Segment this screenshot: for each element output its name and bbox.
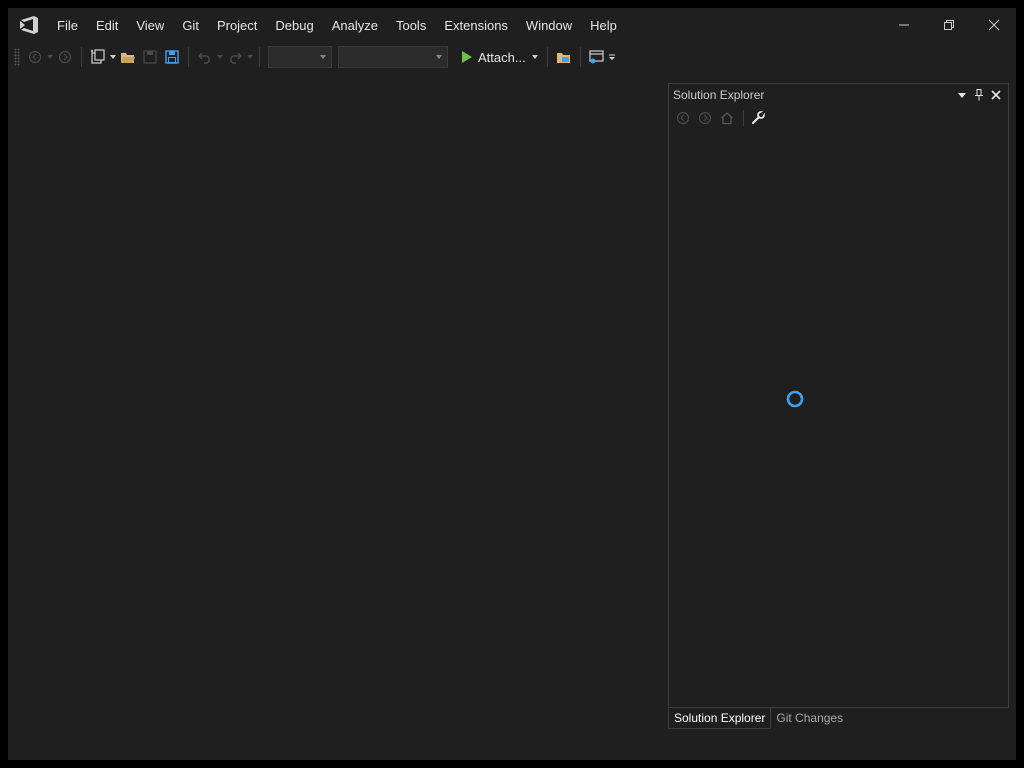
chevron-down-icon — [531, 55, 538, 59]
play-icon — [462, 51, 472, 63]
navigate-forward-button[interactable] — [55, 46, 75, 68]
toolbar-separator — [579, 47, 581, 67]
minimize-button[interactable] — [881, 8, 926, 42]
new-project-icon — [90, 49, 105, 64]
menu-window[interactable]: Window — [517, 8, 581, 42]
solution-explorer-title: Solution Explorer — [673, 88, 765, 102]
close-icon — [991, 90, 1001, 100]
undo-button[interactable] — [195, 46, 215, 68]
title-bar: File Edit View Git Project Debug Analyze… — [8, 8, 1016, 42]
solution-platform-combo[interactable] — [338, 46, 448, 68]
save-icon — [143, 50, 157, 64]
toolbar-grip[interactable] — [14, 48, 20, 66]
toolbar-separator — [743, 110, 744, 126]
menu-extensions[interactable]: Extensions — [435, 8, 517, 42]
close-button[interactable] — [971, 8, 1016, 42]
folder-icon — [556, 53, 570, 63]
panel-close-button[interactable] — [988, 86, 1004, 104]
menu-bar: File Edit View Git Project Debug Analyze… — [48, 8, 626, 42]
auto-hide-button[interactable] — [971, 86, 987, 104]
file-explorer-button[interactable] — [554, 46, 574, 68]
browser-link-button[interactable] — [587, 46, 607, 68]
solution-explorer-header: Solution Explorer — [669, 84, 1008, 106]
redo-dropdown[interactable] — [246, 46, 254, 68]
navigate-back-icon — [28, 50, 42, 64]
solution-explorer-toolbar — [669, 106, 1008, 130]
navigate-back-icon — [676, 111, 690, 125]
chevron-down-icon — [958, 92, 966, 98]
minimize-icon — [898, 24, 909, 26]
se-forward-button[interactable] — [695, 108, 715, 128]
menu-debug[interactable]: Debug — [266, 8, 322, 42]
menu-help[interactable]: Help — [581, 8, 626, 42]
solution-configuration-combo[interactable] — [268, 46, 332, 68]
menu-view[interactable]: View — [127, 8, 173, 42]
toolbar-separator — [81, 47, 82, 67]
attach-label: Attach... — [478, 49, 526, 65]
menu-file[interactable]: File — [48, 8, 87, 42]
toolbar-separator — [546, 47, 548, 67]
menu-edit[interactable]: Edit — [87, 8, 127, 42]
save-all-icon — [165, 50, 179, 64]
open-folder-icon — [121, 53, 135, 63]
se-home-button[interactable] — [717, 108, 737, 128]
tab-solution-explorer[interactable]: Solution Explorer — [668, 708, 772, 729]
visual-studio-logo-icon[interactable] — [16, 13, 42, 37]
toolbar-separator — [259, 47, 260, 67]
redo-icon — [230, 52, 242, 64]
attach-button[interactable]: Attach... — [457, 45, 542, 69]
navigate-back-dropdown[interactable] — [46, 46, 54, 68]
chevron-down-icon — [47, 55, 53, 59]
browser-window-icon — [589, 50, 604, 64]
visual-studio-window: File Edit View Git Project Debug Analyze… — [8, 8, 1016, 760]
solution-explorer-panel: Solution Explorer — [668, 83, 1009, 708]
new-project-button[interactable] — [88, 46, 108, 68]
home-icon — [721, 112, 733, 125]
save-all-button[interactable] — [162, 46, 182, 68]
restore-icon — [943, 20, 954, 30]
chevron-down-icon — [608, 54, 615, 60]
tab-git-changes[interactable]: Git Changes — [771, 708, 848, 728]
wrench-icon — [751, 111, 765, 125]
standard-toolbar: Attach... — [8, 42, 1016, 72]
menu-analyze[interactable]: Analyze — [323, 8, 387, 42]
open-file-button[interactable] — [118, 46, 138, 68]
undo-icon — [198, 52, 210, 64]
chevron-down-icon — [320, 55, 326, 59]
pin-icon — [975, 89, 983, 101]
close-icon — [988, 19, 999, 31]
toolbar-overflow-dropdown[interactable] — [608, 46, 616, 68]
new-project-dropdown[interactable] — [109, 46, 117, 68]
undo-dropdown[interactable] — [216, 46, 224, 68]
chevron-down-icon — [110, 55, 116, 59]
menu-tools[interactable]: Tools — [387, 8, 435, 42]
chevron-down-icon — [247, 55, 253, 59]
save-button[interactable] — [140, 46, 160, 68]
window-position-button[interactable] — [954, 86, 970, 104]
redo-button[interactable] — [225, 46, 245, 68]
se-back-button[interactable] — [673, 108, 693, 128]
toolbar-separator — [188, 47, 189, 67]
panel-tab-strip: Solution Explorer Git Changes — [668, 708, 848, 729]
chevron-down-icon — [436, 55, 442, 59]
chevron-down-icon — [217, 55, 223, 59]
restore-button[interactable] — [926, 8, 971, 42]
loading-spinner-icon — [786, 390, 804, 408]
menu-git[interactable]: Git — [173, 8, 208, 42]
panel-header-controls — [953, 86, 1004, 104]
window-controls — [881, 8, 1016, 42]
se-properties-button[interactable] — [748, 108, 768, 128]
menu-project[interactable]: Project — [208, 8, 266, 42]
navigate-forward-icon — [698, 111, 712, 125]
navigate-back-button[interactable] — [25, 46, 45, 68]
navigate-forward-icon — [58, 50, 72, 64]
